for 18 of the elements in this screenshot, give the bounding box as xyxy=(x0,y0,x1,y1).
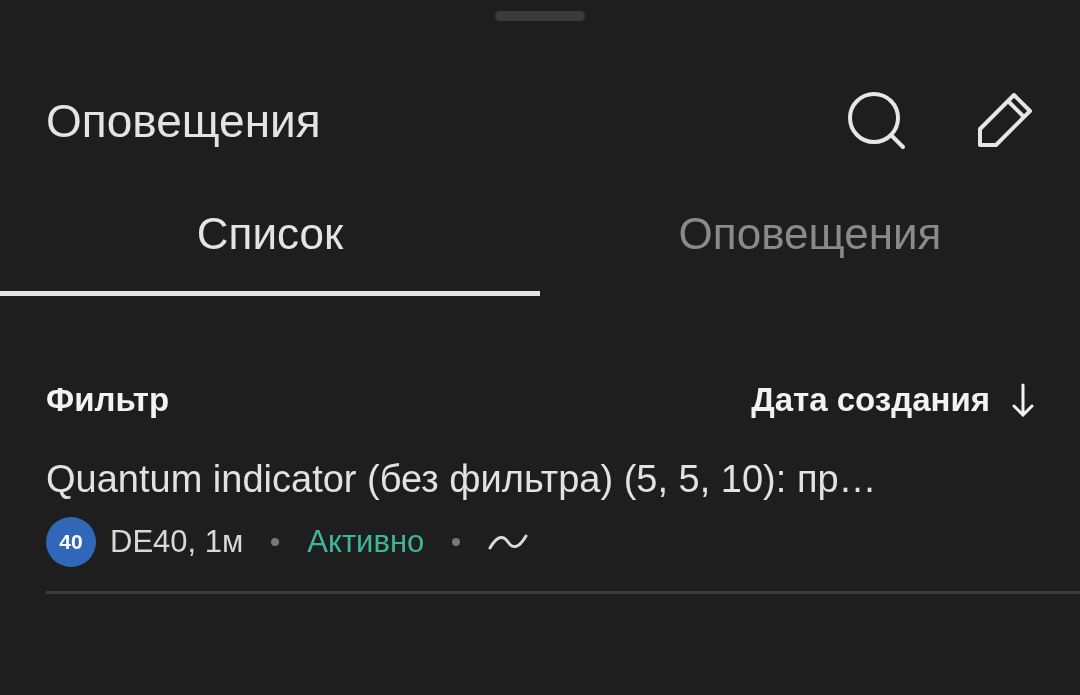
tab[interactable]: Оповещения xyxy=(540,176,1080,296)
separator-dot xyxy=(452,538,461,546)
filter-button[interactable]: Фильтр xyxy=(46,381,170,419)
alert-title[interactable]: Quantum indicator (без фильтра) (5, 5, 10): пр… xyxy=(46,458,1034,501)
symbol-label: DE40, 1м xyxy=(110,524,244,560)
separator-dot xyxy=(271,538,280,546)
wave-icon xyxy=(488,532,529,552)
sort-button[interactable]: Дата создания xyxy=(751,381,1034,419)
edit-button[interactable] xyxy=(978,93,1034,149)
arrow-down-icon xyxy=(1012,383,1034,417)
search-icon xyxy=(848,92,906,150)
search-button[interactable] xyxy=(848,92,906,150)
pencil-icon xyxy=(978,93,1034,149)
tab[interactable]: Список xyxy=(0,176,540,296)
status-label: Активно xyxy=(307,524,425,560)
page-title: Оповещения xyxy=(46,94,322,148)
symbol-badge: 40 xyxy=(46,517,96,567)
drag-handle[interactable] xyxy=(495,11,585,21)
